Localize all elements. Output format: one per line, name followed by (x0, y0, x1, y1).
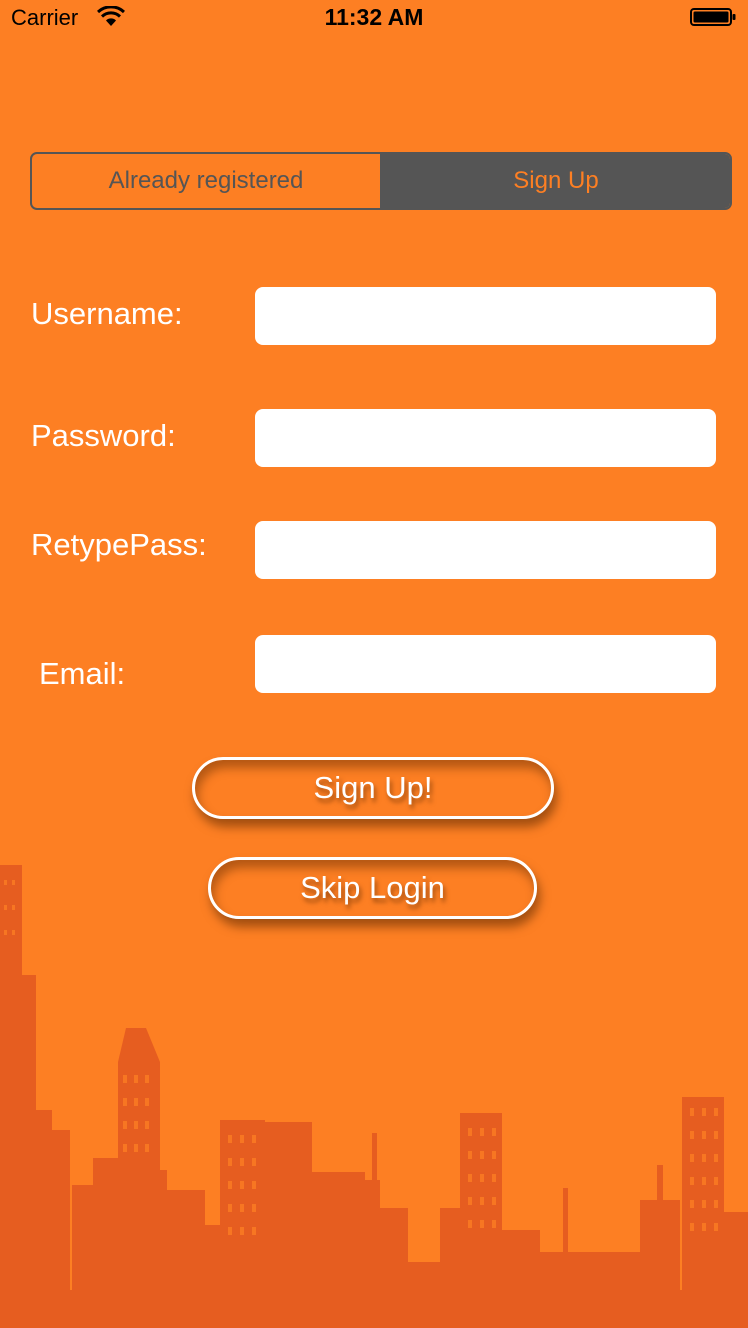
password-label: Password: (31, 418, 176, 453)
username-field[interactable] (255, 287, 716, 345)
segment-already-registered[interactable]: Already registered (32, 154, 380, 208)
skip-login-button[interactable]: Skip Login (208, 857, 537, 919)
status-time: 11:32 AM (324, 4, 424, 30)
email-field[interactable] (255, 635, 716, 693)
password-field[interactable] (255, 409, 716, 467)
retype-password-label: RetypePass: (31, 527, 207, 562)
battery-icon (690, 8, 736, 26)
email-label: Email: (39, 656, 126, 691)
segment-sign-up[interactable]: Sign Up (382, 154, 730, 208)
status-bar: Carrier 11:32 AM (0, 0, 748, 40)
retype-password-field[interactable] (255, 521, 716, 579)
username-label: Username: (31, 296, 183, 331)
auth-mode-segmented-control: Already registered Sign Up (30, 152, 732, 210)
sign-up-button[interactable]: Sign Up! (192, 757, 554, 819)
